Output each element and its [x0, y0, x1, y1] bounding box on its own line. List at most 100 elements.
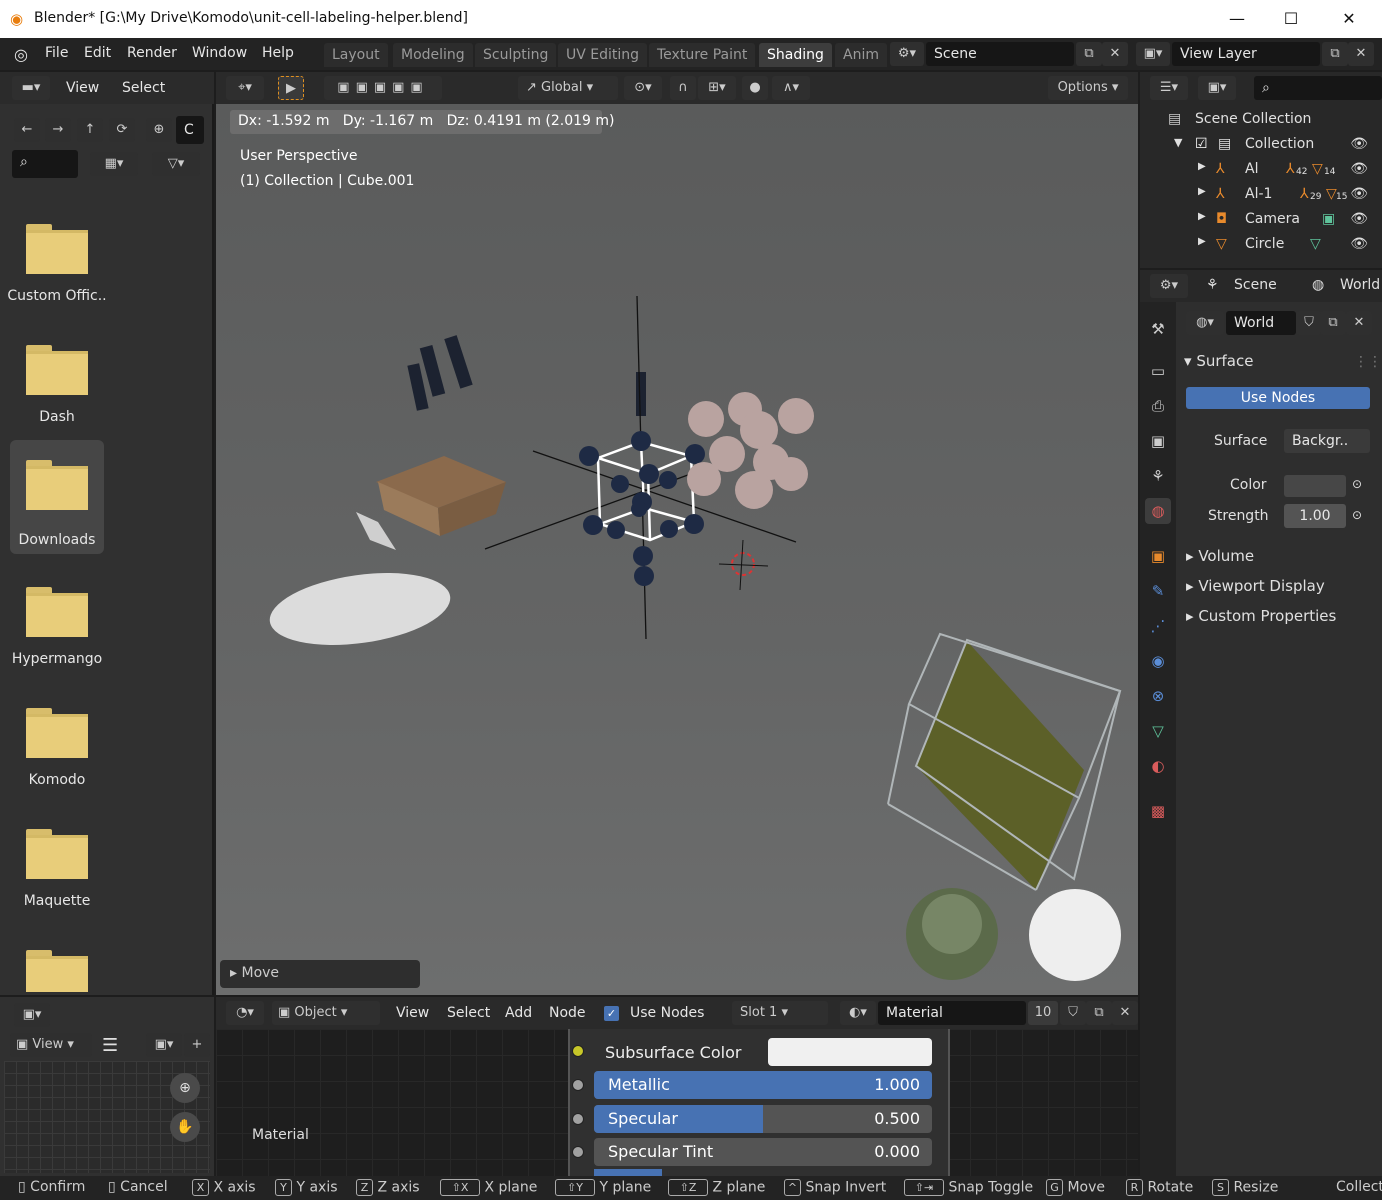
fake-user-shield-icon[interactable]: ⛉: [1296, 311, 1322, 335]
new-view-layer-icon[interactable]: ⧉: [1322, 42, 1348, 66]
proportional-edit-icon[interactable]: ●: [742, 76, 768, 100]
select-mode-icons[interactable]: ▣▣▣▣▣: [324, 76, 442, 100]
shader-node-editor[interactable]: ◔▾ ▣ Object ▾ View Select Add Node ✓ Use…: [216, 997, 1138, 1176]
world-browse-icon[interactable]: ◍▾: [1186, 311, 1224, 335]
visibility-eye-icon[interactable]: 👁: [1350, 136, 1368, 152]
data-tab-icon[interactable]: ▽: [1145, 718, 1171, 744]
falloff-icon[interactable]: ∧▾: [772, 76, 810, 100]
add-image-icon[interactable]: +: [184, 1033, 210, 1057]
maximize-button[interactable]: ☐: [1268, 4, 1314, 34]
outliner-search-input[interactable]: ⌕: [1254, 76, 1382, 100]
path-field[interactable]: C: [176, 116, 204, 144]
tab-modeling[interactable]: Modeling: [393, 43, 473, 67]
folder-item[interactable]: Custom Offic..: [7, 208, 107, 320]
color-swatch[interactable]: [1284, 475, 1346, 497]
world-tab-icon[interactable]: ◍: [1145, 498, 1171, 524]
outliner-row-object[interactable]: ▶ ◘ Camera ▣ 👁: [1140, 207, 1382, 232]
tab-shading[interactable]: Shading: [759, 43, 832, 67]
editor-type-icon[interactable]: ⌖▾: [226, 76, 264, 100]
transform-orientation-dropdown[interactable]: ↗ Global ▾: [518, 76, 618, 100]
slot-dropdown[interactable]: Slot 1 ▾: [732, 1001, 828, 1025]
specular-slider[interactable]: Specular 0.500: [594, 1105, 932, 1133]
display-mode-icon[interactable]: ▦▾: [90, 152, 138, 176]
fake-user-shield-icon[interactable]: ⛉: [1060, 1001, 1086, 1025]
menu-help[interactable]: Help: [262, 45, 294, 61]
delete-view-layer-icon[interactable]: ✕: [1348, 42, 1374, 66]
value-socket-icon[interactable]: [572, 1146, 584, 1158]
view-layer-field[interactable]: View Layer: [1172, 42, 1320, 66]
folder-item[interactable]: Maquette: [10, 813, 104, 925]
expand-arrow-icon[interactable]: ▶: [1198, 211, 1206, 222]
new-folder-icon[interactable]: ⊕: [146, 118, 172, 142]
particles-tab-icon[interactable]: ⋰: [1145, 613, 1171, 639]
use-nodes-button[interactable]: Use Nodes: [1186, 387, 1370, 409]
expand-arrow-icon[interactable]: ▼: [1174, 136, 1182, 149]
visibility-eye-icon[interactable]: 👁: [1350, 161, 1368, 177]
duplicate-material-icon[interactable]: ⧉: [1086, 1001, 1112, 1025]
material-name-field[interactable]: Material: [878, 1001, 1026, 1025]
constraints-tab-icon[interactable]: ⊗: [1145, 683, 1171, 709]
outliner-row-object[interactable]: ▶ ⅄ Al-1 ⅄ 29 ▽ 15 👁: [1140, 182, 1382, 207]
menu-window[interactable]: Window: [192, 45, 247, 61]
visibility-eye-icon[interactable]: 👁: [1350, 186, 1368, 202]
pivot-point-icon[interactable]: ⊙▾: [624, 76, 662, 100]
outliner-row-object[interactable]: ▶ ⅄ Al ⅄ 42 ▽ 14 👁: [1140, 157, 1382, 182]
display-mode-icon[interactable]: ▣▾: [1198, 76, 1236, 100]
strength-field[interactable]: 1.00: [1284, 504, 1346, 528]
object-tab-icon[interactable]: ▣: [1145, 543, 1171, 569]
specular-tint-slider[interactable]: Specular Tint 0.000: [594, 1138, 932, 1166]
back-arrow-icon[interactable]: ←: [14, 118, 40, 142]
filter-search-input[interactable]: ⌕: [12, 150, 78, 178]
menu-edit[interactable]: Edit: [84, 45, 111, 61]
scene-selector-icon[interactable]: ⚙▾: [890, 42, 924, 66]
material-users-count[interactable]: 10: [1028, 1001, 1058, 1025]
link-dot-icon[interactable]: ⊙: [1352, 508, 1362, 522]
close-window-button[interactable]: ✕: [1326, 4, 1372, 34]
outliner-row-object[interactable]: ▶ ▽ Circle ▽ 👁: [1140, 232, 1382, 257]
folder-item-selected[interactable]: Downloads: [10, 440, 104, 554]
parent-dir-icon[interactable]: ↑: [77, 118, 103, 142]
tab-uv-editing[interactable]: UV Editing: [558, 43, 648, 67]
zoom-icon[interactable]: ⊕: [170, 1073, 200, 1103]
folder-item[interactable]: [10, 934, 104, 992]
unlink-material-icon[interactable]: ✕: [1112, 1001, 1138, 1025]
breadcrumb-world[interactable]: World: [1340, 277, 1380, 293]
viewport-display-panel-header[interactable]: ▸ Viewport Display: [1186, 577, 1325, 595]
tool-tab-icon[interactable]: ⚒: [1145, 316, 1171, 342]
view-layer-selector-icon[interactable]: ▣▾: [1136, 42, 1170, 66]
new-scene-icon[interactable]: ⧉: [1076, 42, 1102, 66]
texture-tab-icon[interactable]: ▩: [1145, 798, 1171, 824]
scene-tab-icon[interactable]: ⚘: [1145, 463, 1171, 489]
visibility-eye-icon[interactable]: 👁: [1350, 236, 1368, 252]
snap-target-icon[interactable]: ⊞▾: [698, 76, 736, 100]
image-browse-icon[interactable]: ▣▾: [146, 1033, 182, 1057]
drag-handle-icon[interactable]: ⋮⋮: [1354, 354, 1382, 370]
surface-panel-header[interactable]: ▾ Surface: [1184, 352, 1253, 370]
3d-viewport[interactable]: ⌖▾ ▶ ▣▣▣▣▣ ↗ Global ▾ ⊙▾ ∩ ⊞▾ ● ∧▾ Optio…: [216, 72, 1138, 995]
folder-item[interactable]: Komodo: [10, 692, 104, 804]
use-nodes-checkbox[interactable]: ✓: [604, 1006, 619, 1021]
breadcrumb-scene[interactable]: Scene: [1234, 277, 1277, 293]
view-dropdown[interactable]: ▣ View ▾: [10, 1033, 92, 1057]
material-tab-icon[interactable]: ◐: [1145, 753, 1171, 779]
value-socket-icon[interactable]: [572, 1079, 584, 1091]
tab-sculpting[interactable]: Sculpting: [475, 43, 557, 67]
editor-type-icon[interactable]: ▣▾: [14, 1003, 50, 1027]
checkbox-icon[interactable]: ☑: [1195, 136, 1208, 152]
fb-menu-view[interactable]: View: [66, 80, 99, 96]
forward-arrow-icon[interactable]: →: [45, 118, 71, 142]
expand-arrow-icon[interactable]: ▶: [1198, 236, 1206, 247]
custom-properties-panel-header[interactable]: ▸ Custom Properties: [1186, 607, 1336, 625]
snap-icon[interactable]: ∩: [670, 76, 696, 100]
expand-arrow-icon[interactable]: ▶: [1198, 186, 1206, 197]
view-layer-tab-icon[interactable]: ▣: [1145, 428, 1171, 454]
node-menu-node[interactable]: Node: [549, 1005, 586, 1021]
last-operator-panel[interactable]: ▸ Move: [220, 960, 420, 988]
physics-tab-icon[interactable]: ◉: [1145, 648, 1171, 674]
hamburger-menu-icon[interactable]: ☰: [102, 1035, 118, 1056]
menu-render[interactable]: Render: [127, 45, 177, 61]
color-socket-icon[interactable]: [572, 1045, 584, 1057]
editor-type-icon[interactable]: ☰▾: [1150, 76, 1188, 100]
delete-scene-icon[interactable]: ✕: [1102, 42, 1128, 66]
folder-item[interactable]: Dash: [10, 329, 104, 441]
